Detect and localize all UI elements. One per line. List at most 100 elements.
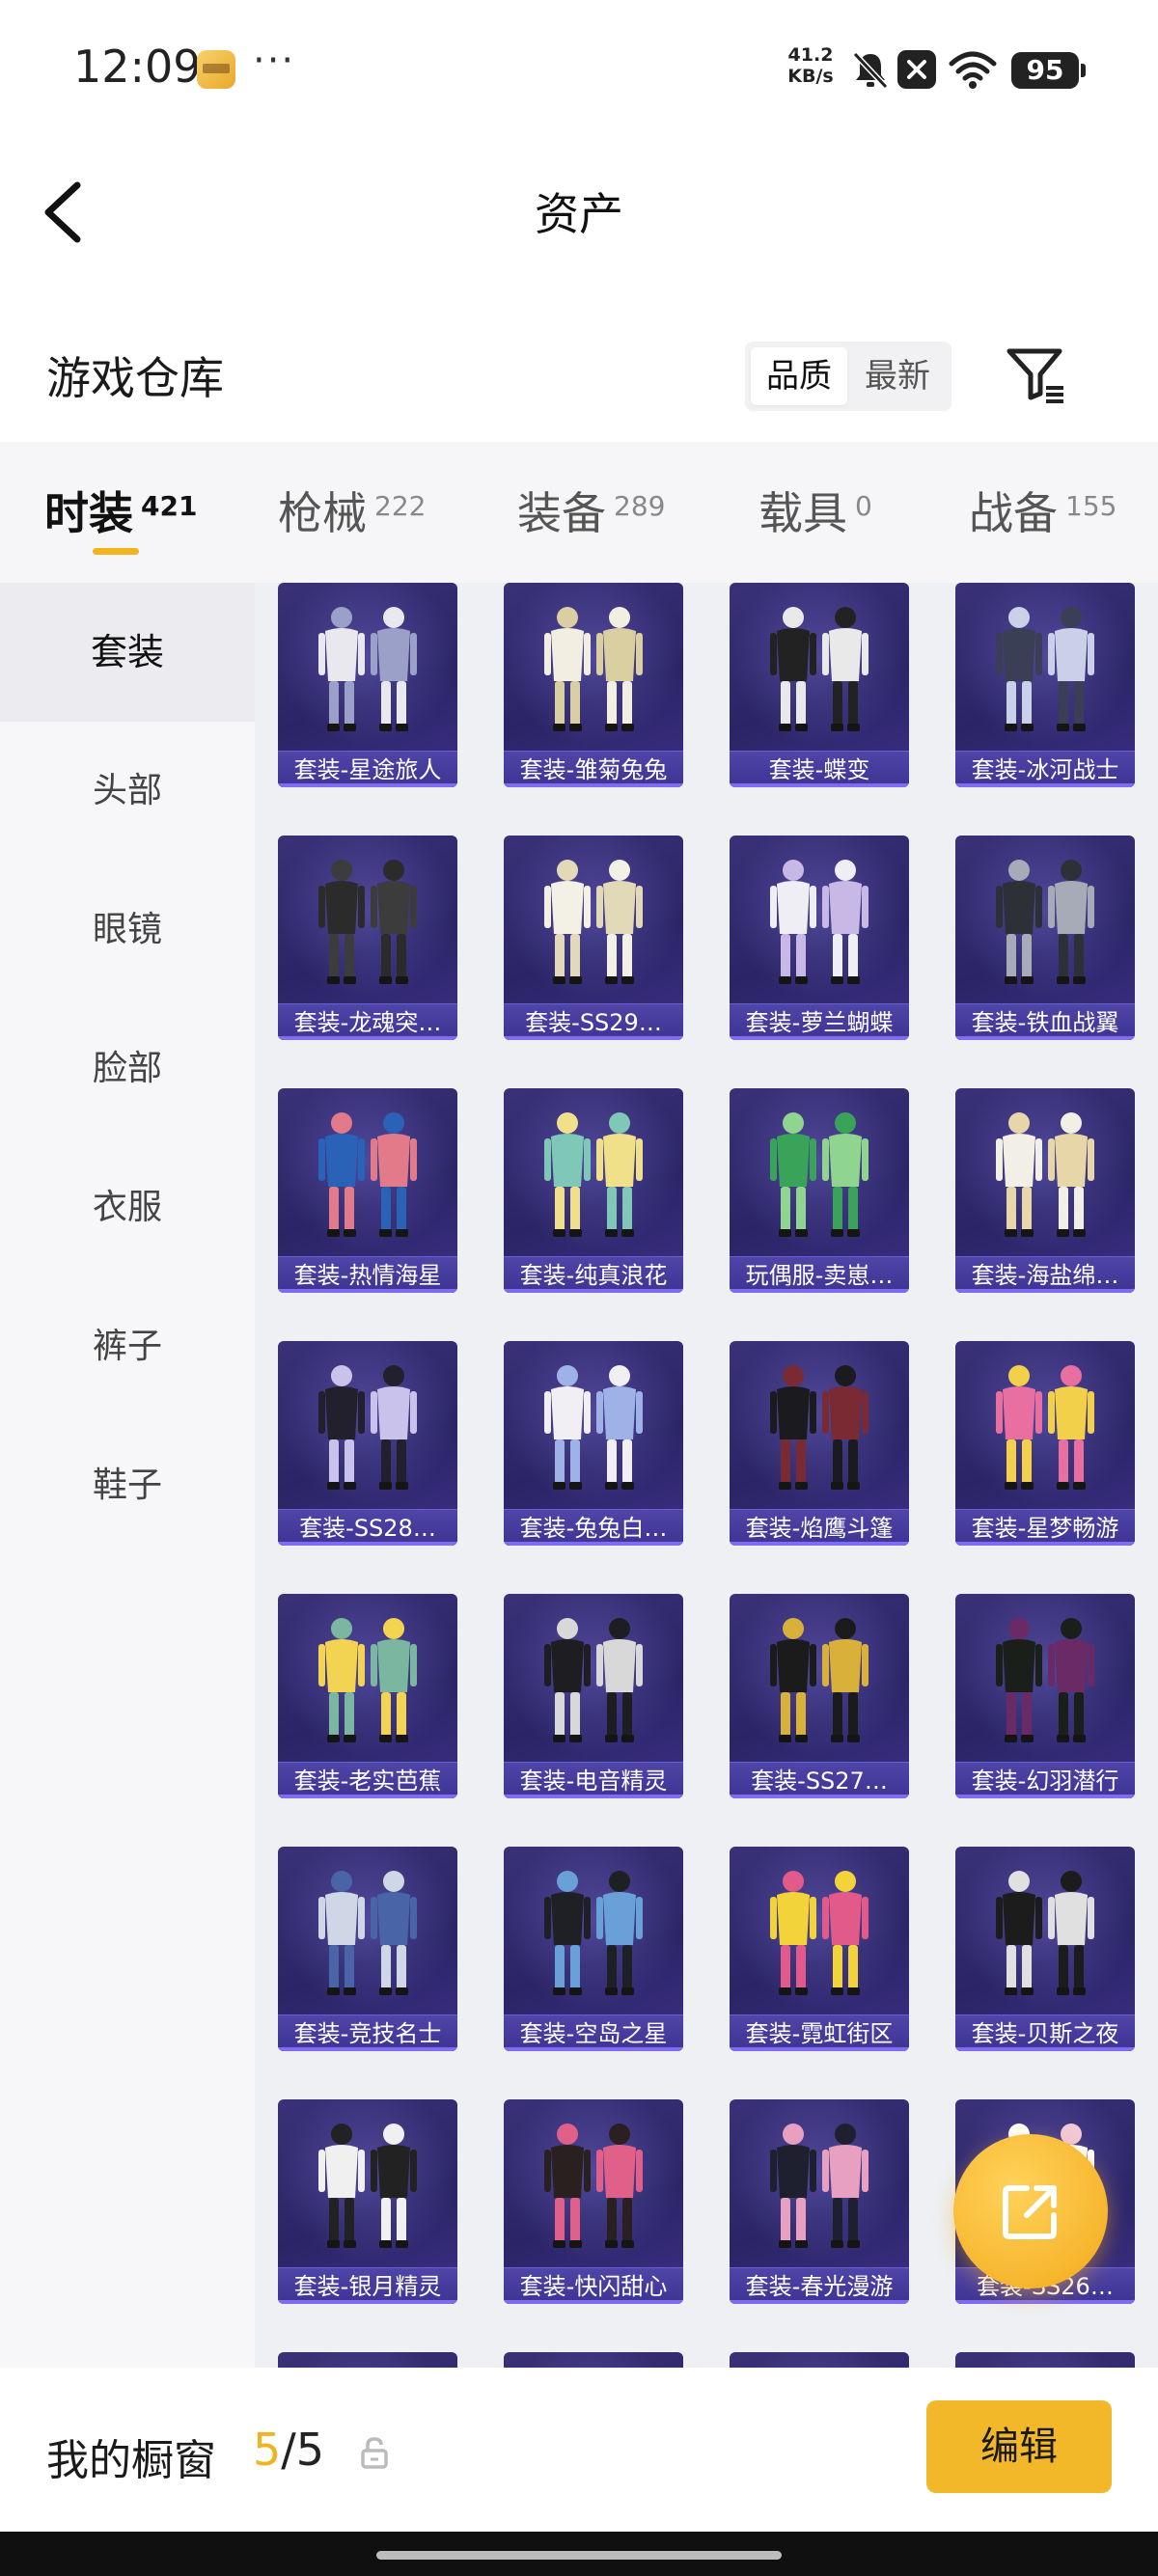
outfit-card[interactable]: 套装-竞技名士: [278, 1847, 457, 2051]
outfit-thumbnail: [318, 860, 417, 984]
outfit-name: 套装-龙魂突…: [278, 1003, 457, 1040]
outfit-card[interactable]: [278, 2352, 457, 2368]
outfit-card[interactable]: 套装-电音精灵: [504, 1594, 683, 1798]
outfit-card[interactable]: 套装-铁血战翼: [955, 836, 1135, 1040]
outfit-card[interactable]: 套装-雏菊兔兔: [504, 583, 683, 787]
outfit-thumbnail: [770, 860, 868, 984]
outfit-card[interactable]: [955, 2352, 1135, 2368]
network-speed: 41.2 KB/s: [784, 44, 838, 87]
tab-supplies[interactable]: 战备 155: [969, 479, 1117, 542]
outfit-thumbnail: [996, 1112, 1094, 1237]
network-speed-unit: KB/s: [787, 66, 834, 87]
outfit-name: 套装-星梦畅游: [955, 1509, 1135, 1546]
sidebar-item-outfit[interactable]: 套装: [0, 583, 255, 722]
outfit-name: 套装-兔兔白…: [504, 1509, 683, 1546]
outfit-card[interactable]: 套装-SS28…: [278, 1341, 457, 1546]
outfit-thumbnail: [544, 1365, 643, 1490]
outfit-card[interactable]: 套装-春光漫游: [730, 2099, 909, 2304]
card-accent-strip: [955, 2300, 1135, 2304]
sidebar-item-shoes[interactable]: 鞋子: [0, 1416, 255, 1555]
tab-weapons[interactable]: 枪械 222: [278, 479, 426, 542]
card-accent-strip: [504, 1289, 683, 1293]
outfit-card[interactable]: 套装-兔兔白…: [504, 1341, 683, 1546]
outfit-card[interactable]: 套装-霓虹街区: [730, 1847, 909, 2051]
showcase-total: 5: [295, 2424, 325, 2476]
tab-label: 枪械: [278, 487, 367, 539]
outfit-name: 套装-空岛之星: [504, 2014, 683, 2051]
card-accent-strip: [504, 1036, 683, 1040]
outfit-card[interactable]: 套装-银月精灵: [278, 2099, 457, 2304]
card-accent-strip: [278, 2047, 457, 2051]
share-external-icon: [1003, 2185, 1057, 2239]
nav-bar: 资产: [0, 145, 1158, 270]
outfit-name: 套装-纯真浪花: [504, 1256, 683, 1293]
card-accent-strip: [278, 1542, 457, 1546]
network-speed-value: 41.2: [787, 44, 834, 66]
outfit-card[interactable]: 套装-贝斯之夜: [955, 1847, 1135, 2051]
outfit-thumbnail: [544, 607, 643, 731]
outfit-card[interactable]: 套装-星梦畅游: [955, 1341, 1135, 1546]
home-indicator[interactable]: [0, 2532, 1158, 2576]
outfit-thumbnail: [770, 607, 868, 731]
outfit-thumbnail: [544, 1618, 643, 1742]
outfit-card[interactable]: 套装-蝶变: [730, 583, 909, 787]
sort-option-newest[interactable]: 最新: [849, 347, 946, 405]
sidebar-item-glasses[interactable]: 眼镜: [0, 861, 255, 1000]
outfit-card[interactable]: [730, 2352, 909, 2368]
card-accent-strip: [278, 783, 457, 787]
showcase-current: 5: [253, 2424, 282, 2476]
outfit-card[interactable]: 套装-冰河战士: [955, 583, 1135, 787]
outfit-card[interactable]: 套装-纯真浪花: [504, 1088, 683, 1293]
outfit-thumbnail: [544, 1112, 643, 1237]
outfit-card[interactable]: 套装-焰鹰斗篷: [730, 1341, 909, 1546]
outfit-card[interactable]: 套装-快闪甜心: [504, 2099, 683, 2304]
sidebar-item-head[interactable]: 头部: [0, 722, 255, 861]
filter-button[interactable]: [1004, 342, 1071, 409]
outfit-card[interactable]: [504, 2352, 683, 2368]
outfit-thumbnail: [770, 1365, 868, 1490]
outfit-card[interactable]: 套装-幻羽潜行: [955, 1594, 1135, 1798]
sidebar-item-top[interactable]: 衣服: [0, 1138, 255, 1277]
card-accent-strip: [278, 1795, 457, 1798]
card-background: [504, 2352, 683, 2368]
app-icon: [197, 50, 235, 89]
outfit-card[interactable]: 套装-热情海星: [278, 1088, 457, 1293]
outfit-card[interactable]: 套装-萝兰蝴蝶: [730, 836, 909, 1040]
share-button[interactable]: [953, 2134, 1108, 2288]
section-title: 游戏仓库: [46, 352, 224, 404]
status-time: 12:09: [73, 41, 202, 93]
outfit-card[interactable]: 套装-空岛之星: [504, 1847, 683, 2051]
edit-button[interactable]: 编辑: [926, 2400, 1112, 2493]
tab-count: 421: [141, 490, 198, 522]
card-accent-strip: [278, 1289, 457, 1293]
outfit-card[interactable]: 套装-龙魂突…: [278, 836, 457, 1040]
status-bar: 12:09 ··· 41.2 KB/s 95: [0, 0, 1158, 135]
tab-fashion[interactable]: 时装 421: [44, 479, 197, 542]
sidebar-item-face[interactable]: 脸部: [0, 1000, 255, 1138]
outfit-card[interactable]: 套装-海盐绵…: [955, 1088, 1135, 1293]
outfit-card[interactable]: 套装-老实芭蕉: [278, 1594, 457, 1798]
outfit-card[interactable]: 套装-SS27…: [730, 1594, 909, 1798]
outfit-name: 套装-SS28…: [278, 1509, 457, 1546]
outfit-thumbnail: [544, 860, 643, 984]
sidebar-item-pants[interactable]: 裤子: [0, 1277, 255, 1416]
showcase-bar: 我的橱窗 5/5 编辑: [0, 2368, 1158, 2532]
outfit-name: 套装-热情海星: [278, 1256, 457, 1293]
card-background: [278, 2352, 457, 2368]
outfit-thumbnail: [770, 1618, 868, 1742]
tab-label: 载具: [758, 487, 847, 539]
outfit-card[interactable]: 套装-星途旅人: [278, 583, 457, 787]
outfit-name: 套装-海盐绵…: [955, 1256, 1135, 1293]
showcase-label: 我的橱窗: [46, 2436, 216, 2485]
sort-option-quality[interactable]: 品质: [751, 347, 847, 405]
sort-toggle: 品质 最新: [745, 342, 951, 411]
outfit-card[interactable]: 玩偶服-卖崽…: [730, 1088, 909, 1293]
outfit-thumbnail: [318, 607, 417, 731]
tab-equipment[interactable]: 装备 289: [517, 479, 665, 542]
tab-label: 战备: [969, 487, 1058, 539]
tab-label: 时装: [44, 487, 133, 539]
outfit-card[interactable]: 套装-SS29…: [504, 836, 683, 1040]
tab-count: 289: [614, 490, 666, 522]
outfit-name: 套装-银月精灵: [278, 2267, 457, 2304]
tab-vehicles[interactable]: 载具 0: [758, 479, 872, 542]
